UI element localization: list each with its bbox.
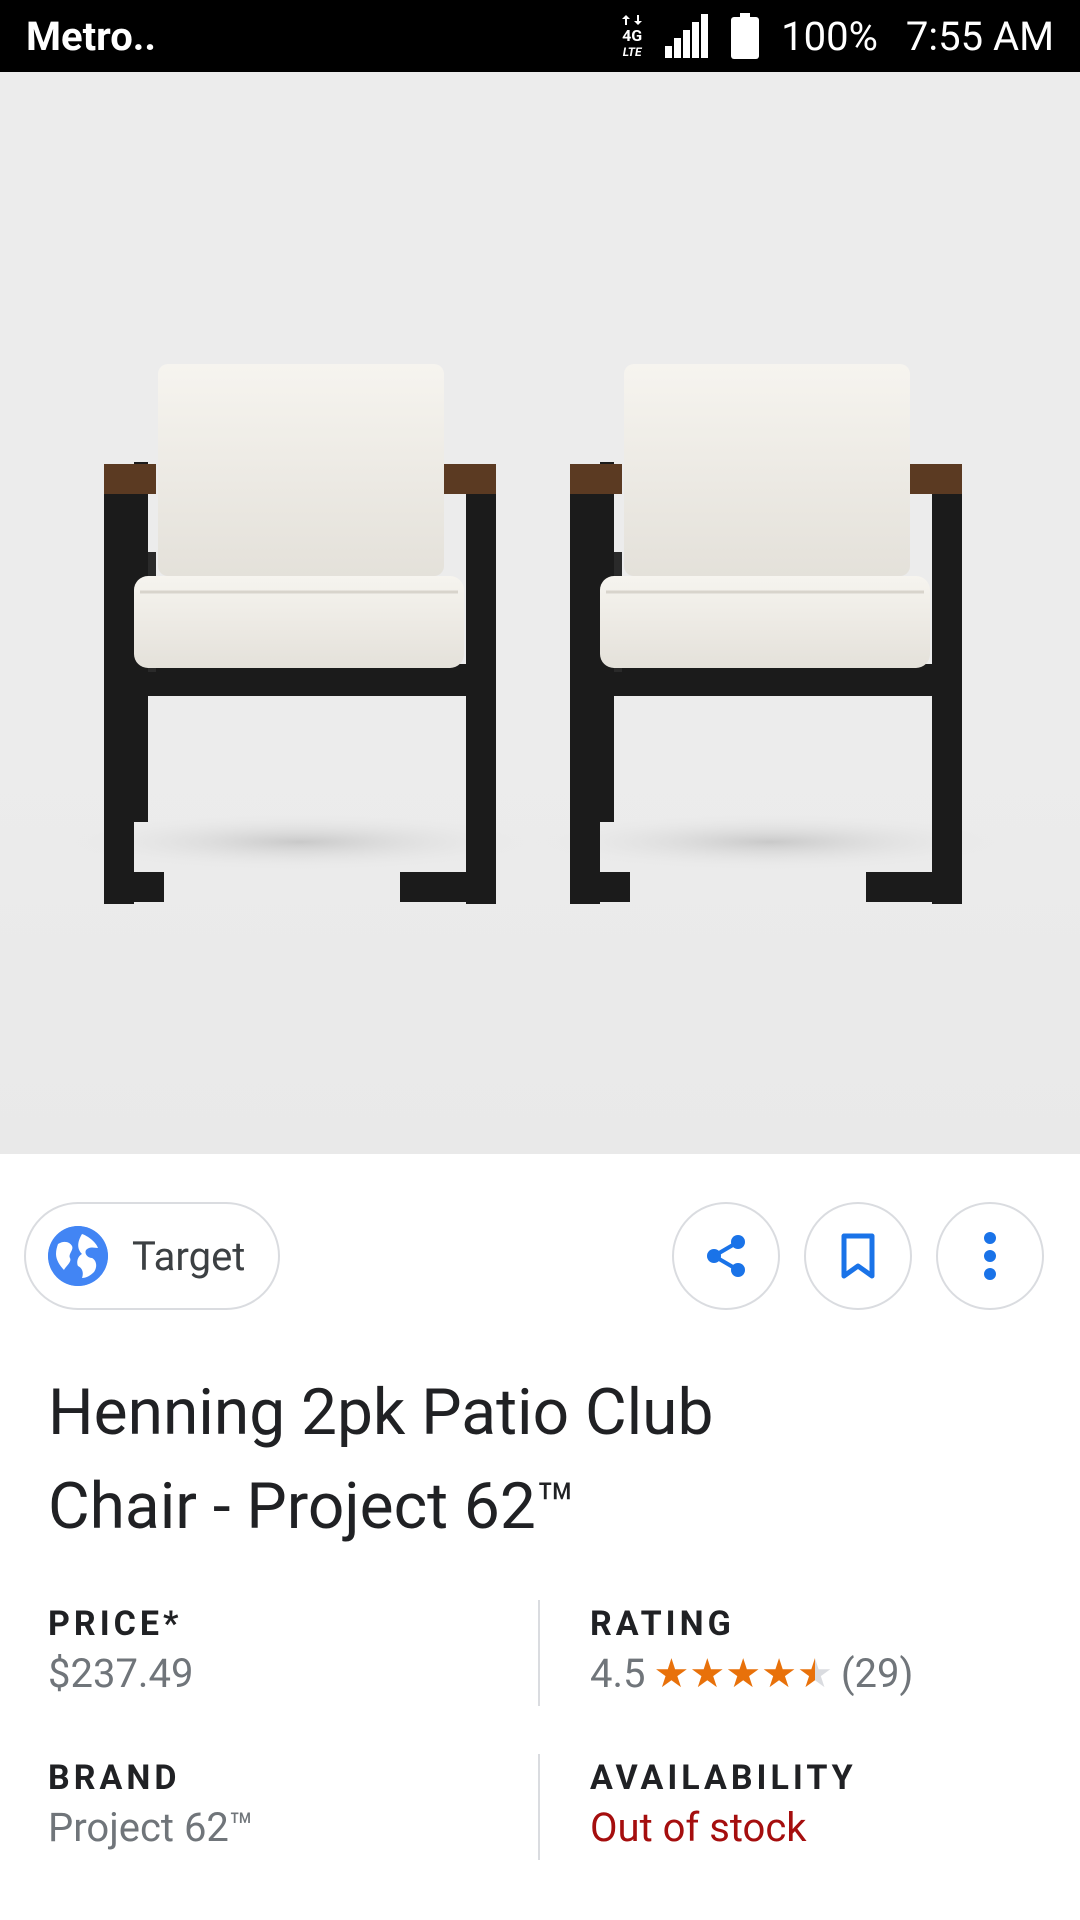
source-chip[interactable]: Target: [24, 1202, 280, 1310]
star-icon: ★: [761, 1649, 797, 1697]
more-options-button[interactable]: [936, 1202, 1044, 1310]
attribute-divider: [538, 1600, 540, 1706]
network-label: 4G: [622, 26, 643, 45]
network-sub-label: LTE: [622, 45, 642, 59]
bookmark-icon: [841, 1233, 875, 1279]
star-icon: ★: [689, 1649, 726, 1697]
product-title-line-2: Chair - Project 62™: [48, 1469, 576, 1544]
rating-label: RATING: [590, 1604, 735, 1644]
attribute-divider: [538, 1754, 540, 1860]
star-icon: ★: [653, 1649, 690, 1697]
battery-percent: 100%: [781, 12, 878, 60]
brand-value: Project 62™: [48, 1804, 254, 1851]
price-attribute: PRICE* $237.49: [48, 1604, 193, 1697]
rating-row: 4.5 ★ ★ ★ ★ ★ (29): [590, 1650, 913, 1697]
clock: 7:55 AM: [905, 12, 1054, 60]
rating-count: (29): [840, 1650, 914, 1697]
brand-attribute: BRAND Project 62™: [48, 1758, 254, 1851]
signal-icon: [665, 14, 709, 58]
chair-left: [50, 364, 550, 904]
status-icons: 4G LTE 100% 7:55 AM: [621, 0, 1054, 72]
battery-icon: [731, 13, 760, 59]
half-star-icon: ★: [796, 1649, 833, 1697]
carrier-name: Metro..: [26, 12, 156, 60]
more-vert-icon: [984, 1232, 996, 1280]
product-title-line-1: Henning 2pk Patio Club: [48, 1375, 714, 1450]
availability-value: Out of stock: [590, 1804, 807, 1851]
network-type-icon: 4G LTE: [621, 12, 643, 60]
rating-stars: ★ ★ ★ ★ ★: [653, 1649, 833, 1697]
product-image[interactable]: [0, 72, 1080, 1154]
save-button[interactable]: [804, 1202, 912, 1310]
price-label: PRICE*: [48, 1604, 183, 1644]
share-button[interactable]: [672, 1202, 780, 1310]
globe-icon: [48, 1226, 108, 1286]
status-bar: Metro.. 4G LTE 100% 7:55 AM: [0, 0, 1080, 72]
price-value: $237.49: [48, 1650, 194, 1697]
source-label: Target: [132, 1232, 246, 1280]
availability-label: AVAILABILITY: [590, 1758, 857, 1798]
data-arrows-icon: [622, 15, 643, 25]
brand-label: BRAND: [48, 1758, 181, 1798]
star-icon: ★: [725, 1649, 762, 1697]
chair-right: [520, 364, 1020, 904]
product-title: Henning 2pk Patio Club Chair - Project 6…: [48, 1366, 1048, 1554]
share-icon: [707, 1235, 745, 1277]
rating-attribute: RATING 4.5 ★ ★ ★ ★ ★ (29): [590, 1604, 913, 1697]
availability-attribute: AVAILABILITY Out of stock: [590, 1758, 857, 1851]
chairs-illustration: [50, 364, 1020, 904]
rating-value: 4.5: [590, 1650, 646, 1697]
